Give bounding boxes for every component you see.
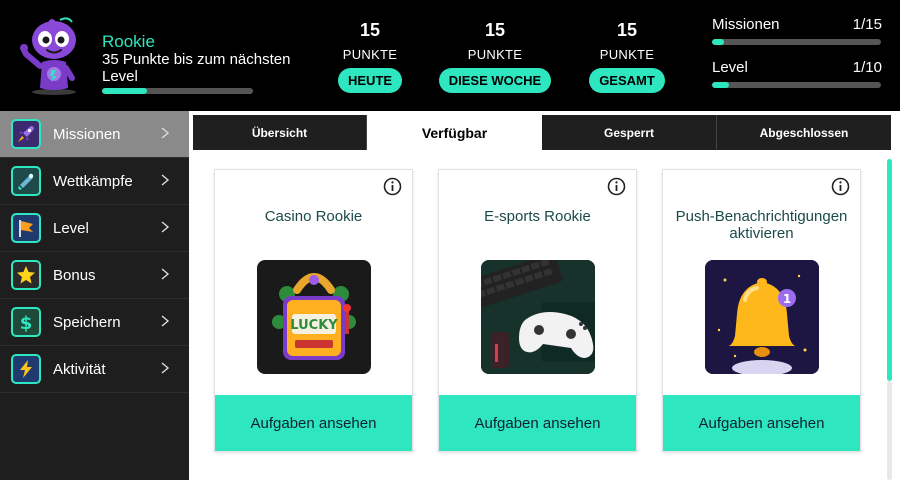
stat-total-label: PUNKTE — [599, 47, 655, 62]
stat-week-label: PUNKTE — [467, 47, 523, 62]
lucky-slot-machine-image: LUCKY — [257, 260, 371, 374]
alien-mascot-avatar — [20, 17, 76, 95]
info-icon[interactable] — [831, 177, 850, 196]
sidebar-item-aktivitaet[interactable]: Aktivität — [0, 346, 189, 393]
scrollbar-track[interactable] — [887, 381, 892, 480]
header: Rookie 35 Punkte bis zum nächsten Level … — [0, 0, 900, 111]
stat-week-value: 15 — [484, 20, 506, 40]
chevron-right-icon — [161, 127, 170, 139]
svg-text:LUCKY: LUCKY — [290, 318, 338, 333]
main-content: Übersicht Verfügbar Gesperrt Abgeschloss… — [189, 111, 900, 480]
sidebar-item-label: Level — [53, 219, 89, 237]
mission-tabs: Übersicht Verfügbar Gesperrt Abgeschloss… — [193, 115, 891, 150]
rocket-icon — [11, 119, 41, 149]
stat-total-value: 15 — [616, 20, 638, 40]
stat-total: 15 PUNKTE GESAMT — [588, 20, 666, 93]
chevron-right-icon — [161, 362, 170, 374]
tab-uebersicht[interactable]: Übersicht — [193, 115, 367, 150]
sidebar-item-missionen[interactable]: Missionen — [0, 111, 189, 158]
sidebar-item-bonus[interactable]: Bonus — [0, 252, 189, 299]
level-progress-bar — [712, 82, 881, 88]
level-progress-count: 1/10 — [852, 59, 882, 76]
tab-verfuegbar[interactable]: Verfügbar — [367, 115, 542, 150]
level-progress: Level 1/10 — [712, 59, 882, 88]
mission-card-title: E-sports Rookie — [484, 208, 591, 225]
chevron-right-icon — [161, 268, 170, 280]
missions-progress-label: Missionen — [712, 16, 780, 33]
stat-week: 15 PUNKTE DIESE WOCHE — [438, 20, 552, 93]
chevron-right-icon — [161, 221, 170, 233]
sidebar-item-wettkaempfe[interactable]: Wettkämpfe — [0, 158, 189, 205]
stat-today-value: 15 — [359, 20, 381, 40]
trophy-icon — [11, 166, 41, 196]
rank-title: Rookie — [102, 32, 155, 51]
mission-card: E-sports Rookie Aufgaben ansehen — [438, 169, 637, 452]
missions-progress-count: 1/15 — [852, 16, 882, 33]
notification-badge-count: 1 — [783, 292, 791, 306]
level-progress-label: Level — [712, 59, 748, 76]
sidebar-item-label: Bonus — [53, 266, 96, 284]
svg-text:$: $ — [20, 313, 33, 333]
info-icon[interactable] — [607, 177, 626, 196]
view-tasks-button[interactable]: Aufgaben ansehen — [215, 395, 412, 451]
rank-subtitle: 35 Punkte bis zum nächsten Level — [102, 51, 291, 85]
stat-week-pill[interactable]: DIESE WOCHE — [438, 68, 552, 93]
gaming-controller-keyboard-image — [481, 260, 595, 374]
rank-progress-fill — [102, 88, 148, 94]
lightning-icon — [11, 354, 41, 384]
mission-card: Casino Rookie LUCKY Aufgaben ansehen — [214, 169, 413, 452]
sidebar-item-label: Aktivität — [53, 360, 106, 378]
scrollbar-thumb[interactable] — [887, 159, 892, 381]
dollar-icon: $ — [11, 307, 41, 337]
level-progress-fill — [712, 82, 729, 88]
missions-progress: Missionen 1/15 — [712, 16, 882, 45]
sidebar-item-label: Speichern — [53, 313, 121, 331]
mission-card-title: Push-Benachrichtigungen aktivieren — [675, 208, 848, 242]
mission-card-title: Casino Rookie — [264, 208, 363, 225]
mission-card: Push-Benachrichtigungen aktivieren 1 Auf… — [662, 169, 861, 452]
tab-abgeschlossen[interactable]: Abgeschlossen — [717, 115, 891, 150]
view-tasks-button[interactable]: Aufgaben ansehen — [663, 395, 860, 451]
flag-icon — [11, 213, 41, 243]
missions-progress-bar — [712, 39, 881, 45]
star-icon — [11, 260, 41, 290]
tab-gesperrt[interactable]: Gesperrt — [542, 115, 717, 150]
sidebar-item-level[interactable]: Level — [0, 205, 189, 252]
stat-today: 15 PUNKTE HEUTE — [338, 20, 403, 93]
stat-today-pill[interactable]: HEUTE — [338, 68, 403, 93]
sidebar-item-speichern[interactable]: $ Speichern — [0, 299, 189, 346]
rank-progress-bar — [102, 88, 253, 94]
sidebar-item-label: Wettkämpfe — [53, 172, 133, 190]
sidebar-item-label: Missionen — [53, 125, 121, 143]
missions-progress-fill — [712, 39, 724, 45]
info-icon[interactable] — [383, 177, 402, 196]
stat-total-pill[interactable]: GESAMT — [589, 68, 665, 93]
chevron-right-icon — [161, 315, 170, 327]
stat-today-label: PUNKTE — [342, 47, 398, 62]
notification-bell-image: 1 — [705, 260, 819, 374]
chevron-right-icon — [161, 174, 170, 186]
view-tasks-button[interactable]: Aufgaben ansehen — [439, 395, 636, 451]
sidebar: Missionen Wettkämpfe Level Bonus $ Speic… — [0, 111, 189, 480]
